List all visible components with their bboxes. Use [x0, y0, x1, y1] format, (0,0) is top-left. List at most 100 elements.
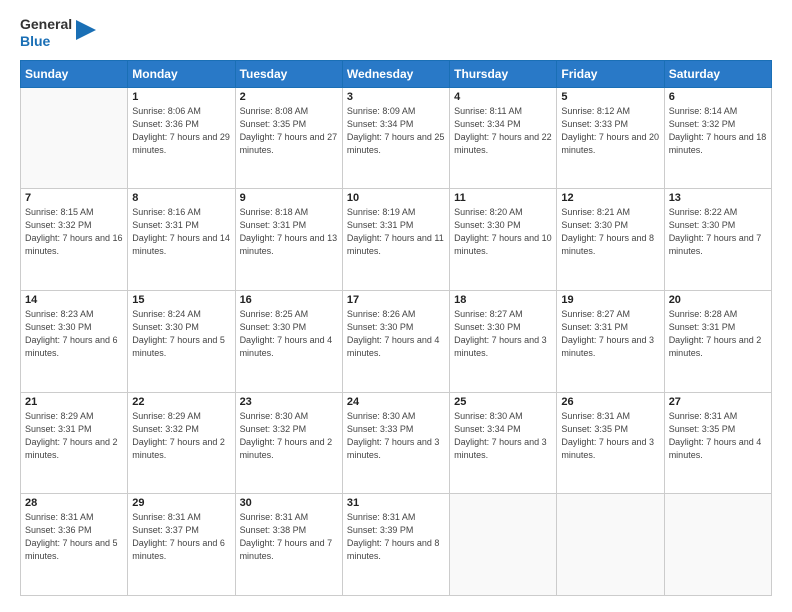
day-number: 14: [25, 294, 123, 306]
day-info: Sunrise: 8:29 AM Sunset: 3:31 PM Dayligh…: [25, 410, 123, 462]
calendar-cell: 22 Sunrise: 8:29 AM Sunset: 3:32 PM Dayli…: [128, 392, 235, 494]
calendar-cell: 24 Sunrise: 8:30 AM Sunset: 3:33 PM Dayli…: [342, 392, 449, 494]
calendar-cell: 21 Sunrise: 8:29 AM Sunset: 3:31 PM Dayli…: [21, 392, 128, 494]
day-number: 2: [240, 91, 338, 103]
day-number: 3: [347, 91, 445, 103]
calendar-cell: 12 Sunrise: 8:21 AM Sunset: 3:30 PM Dayli…: [557, 189, 664, 291]
day-number: 22: [132, 396, 230, 408]
calendar-cell: 10 Sunrise: 8:19 AM Sunset: 3:31 PM Dayli…: [342, 189, 449, 291]
day-number: 24: [347, 396, 445, 408]
calendar-cell: 18Sunrise: 8:27 AM Sunset: 3:30 PM Dayli…: [450, 290, 557, 392]
logo: General Blue: [20, 16, 96, 50]
day-info: Sunrise: 8:15 AM Sunset: 3:32 PM Dayligh…: [25, 206, 123, 258]
calendar-week-3: 21 Sunrise: 8:29 AM Sunset: 3:31 PM Dayli…: [21, 392, 772, 494]
day-number: 31: [347, 497, 445, 509]
calendar-cell: 29Sunrise: 8:31 AM Sunset: 3:37 PM Dayli…: [128, 494, 235, 596]
logo-general: General: [20, 16, 72, 32]
day-number: 7: [25, 192, 123, 204]
day-info: Sunrise: 8:19 AM Sunset: 3:31 PM Dayligh…: [347, 206, 445, 258]
day-info: Sunrise: 8:31 AM Sunset: 3:36 PM Dayligh…: [25, 511, 123, 563]
day-info: Sunrise: 8:26 AM Sunset: 3:30 PM Dayligh…: [347, 308, 445, 360]
day-number: 30: [240, 497, 338, 509]
calendar-week-0: 1Sunrise: 8:06 AM Sunset: 3:36 PM Daylig…: [21, 87, 772, 189]
day-number: 17: [347, 294, 445, 306]
calendar-week-1: 7 Sunrise: 8:15 AM Sunset: 3:32 PM Daylig…: [21, 189, 772, 291]
day-info: Sunrise: 8:28 AM Sunset: 3:31 PM Dayligh…: [669, 308, 767, 360]
day-info: Sunrise: 8:16 AM Sunset: 3:31 PM Dayligh…: [132, 206, 230, 258]
day-info: Sunrise: 8:29 AM Sunset: 3:32 PM Dayligh…: [132, 410, 230, 462]
calendar-cell: 25Sunrise: 8:30 AM Sunset: 3:34 PM Dayli…: [450, 392, 557, 494]
calendar-cell: 6 Sunrise: 8:14 AM Sunset: 3:32 PM Daylig…: [664, 87, 771, 189]
calendar-cell: 9Sunrise: 8:18 AM Sunset: 3:31 PM Daylig…: [235, 189, 342, 291]
calendar-table: SundayMondayTuesdayWednesdayThursdayFrid…: [20, 60, 772, 596]
day-info: Sunrise: 8:27 AM Sunset: 3:31 PM Dayligh…: [561, 308, 659, 360]
logo-triangle-icon: [76, 20, 96, 48]
day-info: Sunrise: 8:14 AM Sunset: 3:32 PM Dayligh…: [669, 105, 767, 157]
calendar-cell: [450, 494, 557, 596]
day-info: Sunrise: 8:30 AM Sunset: 3:32 PM Dayligh…: [240, 410, 338, 462]
calendar-cell: 16Sunrise: 8:25 AM Sunset: 3:30 PM Dayli…: [235, 290, 342, 392]
day-number: 16: [240, 294, 338, 306]
calendar-week-2: 14 Sunrise: 8:23 AM Sunset: 3:30 PM Dayli…: [21, 290, 772, 392]
day-info: Sunrise: 8:31 AM Sunset: 3:37 PM Dayligh…: [132, 511, 230, 563]
day-number: 1: [132, 91, 230, 103]
day-number: 26: [561, 396, 659, 408]
day-number: 4: [454, 91, 552, 103]
day-info: Sunrise: 8:09 AM Sunset: 3:34 PM Dayligh…: [347, 105, 445, 157]
day-number: 13: [669, 192, 767, 204]
day-number: 12: [561, 192, 659, 204]
day-number: 6: [669, 91, 767, 103]
day-info: Sunrise: 8:30 AM Sunset: 3:33 PM Dayligh…: [347, 410, 445, 462]
day-info: Sunrise: 8:31 AM Sunset: 3:38 PM Dayligh…: [240, 511, 338, 563]
calendar-cell: 7 Sunrise: 8:15 AM Sunset: 3:32 PM Daylig…: [21, 189, 128, 291]
day-info: Sunrise: 8:31 AM Sunset: 3:35 PM Dayligh…: [669, 410, 767, 462]
day-info: Sunrise: 8:22 AM Sunset: 3:30 PM Dayligh…: [669, 206, 767, 258]
day-info: Sunrise: 8:23 AM Sunset: 3:30 PM Dayligh…: [25, 308, 123, 360]
calendar-header-sunday: Sunday: [21, 60, 128, 87]
calendar-cell: 3 Sunrise: 8:09 AM Sunset: 3:34 PM Daylig…: [342, 87, 449, 189]
calendar-cell: [557, 494, 664, 596]
day-number: 20: [669, 294, 767, 306]
day-info: Sunrise: 8:20 AM Sunset: 3:30 PM Dayligh…: [454, 206, 552, 258]
calendar-cell: 1Sunrise: 8:06 AM Sunset: 3:36 PM Daylig…: [128, 87, 235, 189]
day-number: 23: [240, 396, 338, 408]
day-number: 28: [25, 497, 123, 509]
day-number: 9: [240, 192, 338, 204]
calendar-cell: 20 Sunrise: 8:28 AM Sunset: 3:31 PM Dayli…: [664, 290, 771, 392]
page: General Blue SundayMondayTuesdayWednesda…: [0, 0, 792, 612]
day-info: Sunrise: 8:11 AM Sunset: 3:34 PM Dayligh…: [454, 105, 552, 157]
logo-blue: Blue: [20, 33, 50, 49]
day-number: 10: [347, 192, 445, 204]
calendar-header-thursday: Thursday: [450, 60, 557, 87]
calendar-cell: 31 Sunrise: 8:31 AM Sunset: 3:39 PM Dayli…: [342, 494, 449, 596]
calendar-cell: [21, 87, 128, 189]
day-number: 8: [132, 192, 230, 204]
calendar-header-saturday: Saturday: [664, 60, 771, 87]
calendar-cell: 19 Sunrise: 8:27 AM Sunset: 3:31 PM Dayli…: [557, 290, 664, 392]
day-info: Sunrise: 8:31 AM Sunset: 3:39 PM Dayligh…: [347, 511, 445, 563]
day-number: 15: [132, 294, 230, 306]
day-number: 19: [561, 294, 659, 306]
calendar-header-friday: Friday: [557, 60, 664, 87]
calendar-cell: 4 Sunrise: 8:11 AM Sunset: 3:34 PM Daylig…: [450, 87, 557, 189]
day-number: 21: [25, 396, 123, 408]
calendar-cell: 27 Sunrise: 8:31 AM Sunset: 3:35 PM Dayli…: [664, 392, 771, 494]
day-info: Sunrise: 8:21 AM Sunset: 3:30 PM Dayligh…: [561, 206, 659, 258]
calendar-cell: 17 Sunrise: 8:26 AM Sunset: 3:30 PM Dayli…: [342, 290, 449, 392]
day-info: Sunrise: 8:12 AM Sunset: 3:33 PM Dayligh…: [561, 105, 659, 157]
calendar-header-wednesday: Wednesday: [342, 60, 449, 87]
calendar-cell: 15 Sunrise: 8:24 AM Sunset: 3:30 PM Dayli…: [128, 290, 235, 392]
day-number: 11: [454, 192, 552, 204]
header: General Blue: [20, 16, 772, 50]
day-info: Sunrise: 8:08 AM Sunset: 3:35 PM Dayligh…: [240, 105, 338, 157]
day-number: 27: [669, 396, 767, 408]
day-info: Sunrise: 8:27 AM Sunset: 3:30 PM Dayligh…: [454, 308, 552, 360]
calendar-header-tuesday: Tuesday: [235, 60, 342, 87]
calendar-cell: 30 Sunrise: 8:31 AM Sunset: 3:38 PM Dayli…: [235, 494, 342, 596]
day-info: Sunrise: 8:24 AM Sunset: 3:30 PM Dayligh…: [132, 308, 230, 360]
day-info: Sunrise: 8:31 AM Sunset: 3:35 PM Dayligh…: [561, 410, 659, 462]
calendar-cell: 11 Sunrise: 8:20 AM Sunset: 3:30 PM Dayli…: [450, 189, 557, 291]
day-info: Sunrise: 8:30 AM Sunset: 3:34 PM Dayligh…: [454, 410, 552, 462]
calendar-cell: 23 Sunrise: 8:30 AM Sunset: 3:32 PM Dayli…: [235, 392, 342, 494]
calendar-week-4: 28 Sunrise: 8:31 AM Sunset: 3:36 PM Dayli…: [21, 494, 772, 596]
